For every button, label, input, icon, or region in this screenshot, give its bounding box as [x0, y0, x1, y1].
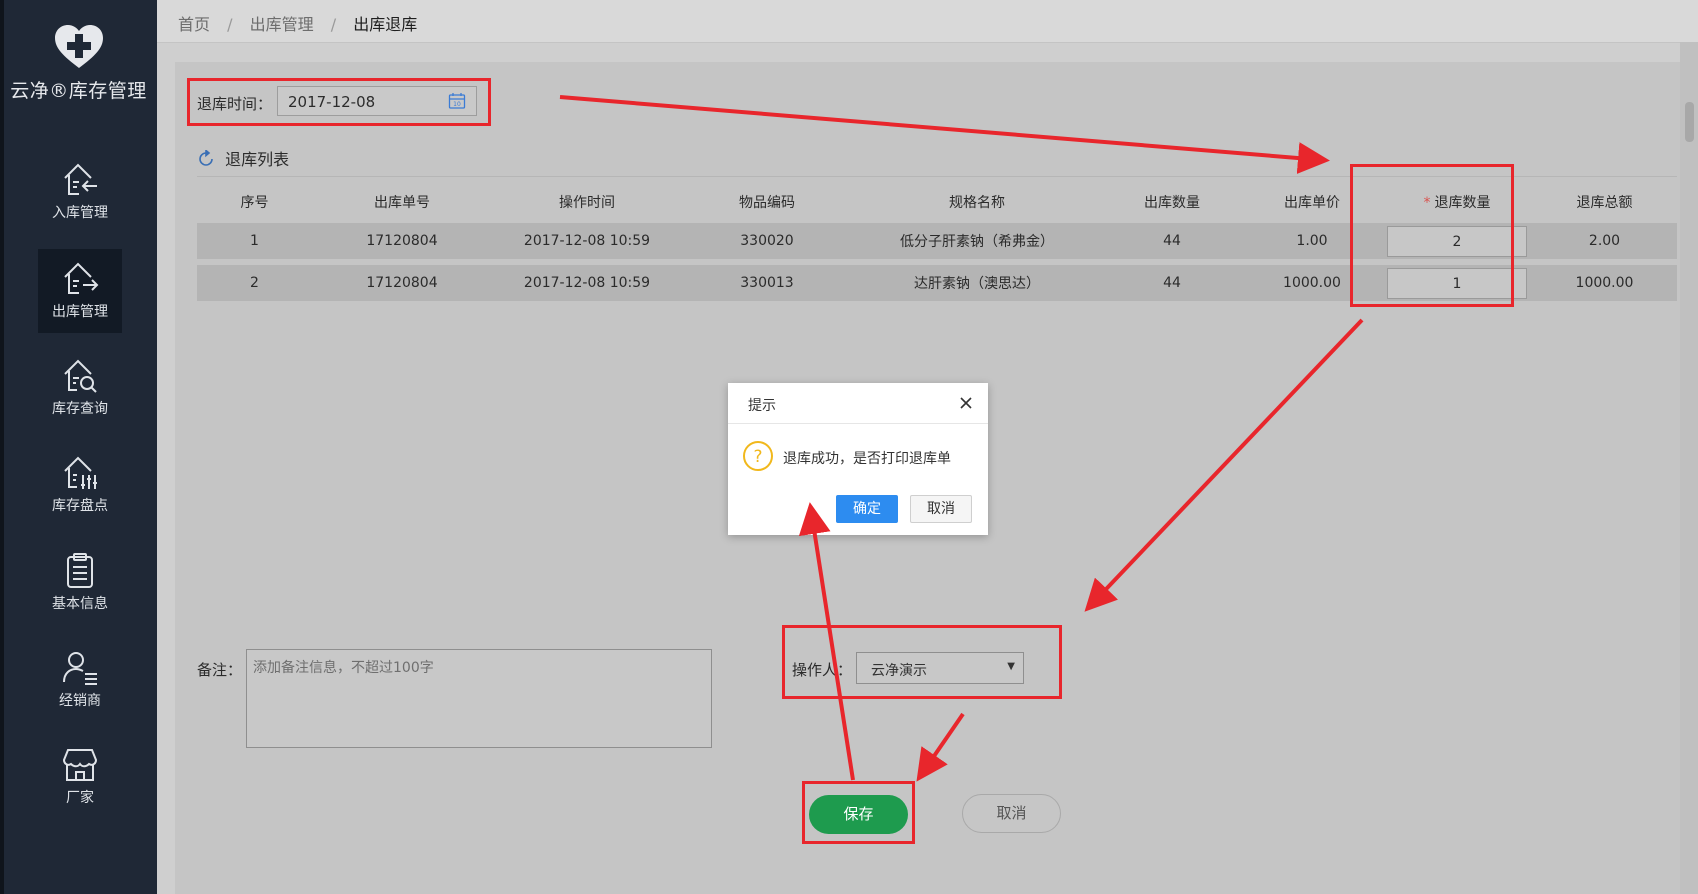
sidebar-item-label: 入库管理: [52, 205, 108, 221]
cell-outbound-no: 17120804: [312, 223, 492, 259]
confirm-dialog: 提示 ? 退库成功，是否打印退库单 确定 取消: [728, 383, 988, 535]
cell-outbound-no: 17120804: [312, 265, 492, 301]
annotation-box-operator: [782, 625, 1062, 699]
col-header-item-code: 物品编码: [739, 195, 795, 211]
cell-spec-name: 低分子肝素钠（希弗金）: [852, 223, 1102, 259]
cell-operate-time: 2017-12-08 10:59: [492, 223, 682, 259]
breadcrumb-outbound[interactable]: 出库管理: [250, 15, 314, 34]
top-bar: 首页 / 出库管理 / 出库退库: [157, 0, 1698, 43]
cell-return-total: 1000.00: [1532, 265, 1677, 301]
sidebar: 云净®库存管理 入库管理 出库管理 库存查询 库存盘点 基本信息 经销商 厂家: [0, 0, 157, 894]
remark-label: 备注：: [197, 661, 243, 679]
annotation-box-return-qty: [1350, 164, 1514, 307]
app-logo: 云净®库存管理: [0, 24, 157, 103]
sidebar-item-label: 库存查询: [52, 401, 108, 417]
question-icon: ?: [743, 441, 773, 471]
breadcrumb: 首页 / 出库管理 / 出库退库: [178, 11, 417, 35]
house-search-icon: [64, 359, 97, 393]
sidebar-edge: [0, 0, 4, 894]
storefront-icon: [62, 749, 98, 781]
remark-textarea[interactable]: 添加备注信息，不超过100字: [246, 649, 712, 748]
breadcrumb-current: 出库退库: [353, 15, 418, 34]
sidebar-item-outbound[interactable]: 出库管理: [38, 249, 122, 333]
scrollbar[interactable]: [1680, 42, 1698, 894]
cell-index: 2: [197, 265, 312, 301]
sidebar-item-label: 基本信息: [52, 596, 108, 612]
annotation-box-save: [802, 781, 915, 844]
cell-return-total: 2.00: [1532, 223, 1677, 259]
refresh-icon[interactable]: [197, 148, 215, 168]
cancel-button[interactable]: 取消: [962, 794, 1061, 833]
sidebar-item-inbound[interactable]: 入库管理: [38, 150, 122, 234]
remark-placeholder: 添加备注信息，不超过100字: [253, 660, 434, 676]
cell-item-code: 330020: [682, 223, 852, 259]
sidebar-item-label: 经销商: [59, 693, 101, 709]
col-header-index: 序号: [240, 195, 269, 211]
cell-index: 1: [197, 223, 312, 259]
col-header-spec-name: 规格名称: [949, 195, 1005, 211]
sidebar-item-manufacturer[interactable]: 厂家: [38, 735, 122, 819]
cell-outbound-qty: 44: [1102, 265, 1242, 301]
sidebar-item-inventory-query[interactable]: 库存查询: [38, 346, 122, 430]
cell-outbound-qty: 44: [1102, 223, 1242, 259]
dialog-confirm-button[interactable]: 确定: [836, 495, 898, 523]
col-header-return-total: 退库总额: [1576, 195, 1633, 211]
sidebar-item-basic-info[interactable]: 基本信息: [38, 541, 122, 625]
breadcrumb-separator: /: [330, 15, 337, 34]
dialog-header: 提示: [728, 383, 988, 424]
cell-operate-time: 2017-12-08 10:59: [492, 265, 682, 301]
return-list-title-text: 退库列表: [225, 150, 290, 169]
sidebar-item-label: 库存盘点: [52, 498, 108, 514]
scrollbar-thumb[interactable]: [1685, 102, 1694, 142]
dialog-cancel-button[interactable]: 取消: [910, 495, 972, 523]
sidebar-item-distributor[interactable]: 经销商: [38, 638, 122, 722]
sidebar-item-label: 厂家: [66, 790, 94, 806]
breadcrumb-home[interactable]: 首页: [178, 15, 210, 34]
sidebar-item-label: 出库管理: [52, 304, 108, 320]
sidebar-item-stocktaking[interactable]: 库存盘点: [38, 443, 122, 527]
dialog-title: 提示: [748, 398, 776, 414]
col-header-outbound-no: 出库单号: [374, 195, 430, 211]
return-list-title: 退库列表: [197, 146, 289, 170]
breadcrumb-separator: /: [227, 15, 233, 34]
house-arrow-in-icon: [64, 163, 97, 195]
heart-cross-logo-icon: [54, 25, 103, 68]
app-title: 云净®库存管理: [10, 80, 147, 102]
col-header-outbound-qty: 出库数量: [1144, 195, 1200, 211]
house-sliders-icon: [64, 456, 97, 489]
cell-item-code: 330013: [682, 265, 852, 301]
svg-text:?: ?: [753, 447, 762, 467]
cell-spec-name: 达肝素钠（澳思达）: [852, 265, 1102, 301]
clipboard-icon: [67, 553, 93, 588]
user-list-icon: [63, 652, 97, 685]
house-arrow-out-icon: [64, 262, 99, 294]
dialog-message: 退库成功，是否打印退库单: [783, 451, 951, 467]
annotation-box-date: [187, 78, 491, 126]
col-header-operate-time: 操作时间: [559, 195, 615, 211]
close-icon[interactable]: [958, 395, 974, 411]
